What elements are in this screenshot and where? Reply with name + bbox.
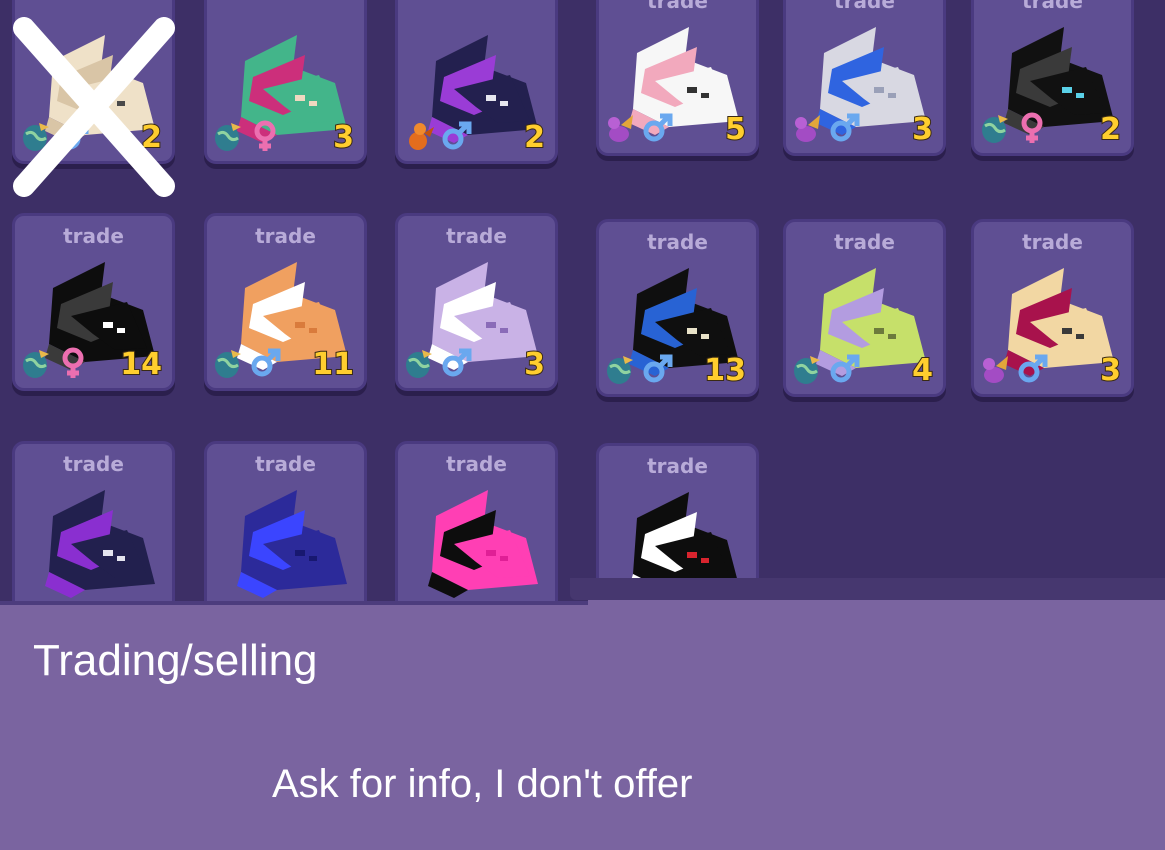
male-icon [643,113,673,142]
globe-egg-icon [23,350,49,378]
purple-dragon-icon [608,115,633,142]
cross-out-icon [13,17,175,197]
male-icon [251,348,281,377]
level-number: 5 [724,111,747,148]
dragon-card[interactable]: trade 2 [971,0,1134,156]
dragon-card[interactable]: 2 [395,0,558,164]
purple-dragon-icon [795,115,820,142]
trade-label: trade [63,452,124,476]
male-icon [442,348,472,377]
level-number: 2 [523,119,546,156]
dragon-card[interactable]: 3 [204,0,367,164]
female-icon [62,347,84,378]
globe-egg-icon [406,350,432,378]
dragon-art [45,490,155,598]
level-number: 3 [1099,352,1122,389]
trade-label: trade [446,224,507,248]
level-number: 3 [332,119,355,156]
inventory-panel-left: 2 3 2 trade 14 trade 11 trade 3 trade trade trade [0,0,588,605]
level-number: 11 [311,346,355,383]
trade-label: trade [63,224,124,248]
female-icon [1021,112,1043,143]
dragon-card[interactable]: trade 4 [783,219,946,397]
orange-dragon-icon [409,123,434,150]
globe-egg-icon [607,356,633,384]
level-number: 14 [119,346,163,383]
trade-label: trade [1022,230,1083,254]
dragon-card[interactable]: trade [204,441,367,601]
male-icon [830,354,860,383]
trade-label: trade [647,454,708,478]
dragon-card[interactable]: trade 11 [204,213,367,391]
dragon-card[interactable]: trade 3 [971,219,1134,397]
globe-egg-icon [794,356,820,384]
trade-label: trade [647,0,708,13]
dragon-card[interactable]: trade [395,441,558,601]
level-number: 3 [523,346,546,383]
level-number: 3 [911,111,934,148]
dragon-card[interactable]: trade [12,441,175,601]
male-icon [442,121,472,150]
female-icon [254,120,276,151]
trade-label: trade [446,452,507,476]
trade-label: trade [834,0,895,13]
trade-label: trade [255,452,316,476]
trade-label: trade [647,230,708,254]
level-number: 13 [703,352,747,389]
dragon-card[interactable]: trade [596,443,759,600]
inventory-panel-right: trade 5 trade 3 trade 2 trade 13 trade 4 trade 3 tra… [570,0,1165,600]
dragon-card[interactable]: trade 3 [783,0,946,156]
trade-label: trade [1022,0,1083,13]
level-number: 2 [1099,111,1122,148]
dragon-card[interactable]: trade 14 [12,213,175,391]
male-icon [1018,354,1048,383]
trade-label: trade [255,224,316,248]
post-title: Trading/selling [33,636,318,685]
level-number: 4 [911,352,934,389]
globe-egg-icon [982,115,1008,143]
trade-label: trade [834,230,895,254]
post-subtitle: Ask for info, I don't offer [272,762,693,806]
male-icon [643,354,673,383]
dragon-card[interactable]: trade 5 [596,0,759,156]
male-icon [830,113,860,142]
dragon-card[interactable]: trade 3 [395,213,558,391]
purple-dragon-icon [983,356,1008,383]
globe-egg-icon [215,350,241,378]
globe-egg-icon [215,123,241,151]
dragon-art [629,492,739,600]
dragon-card[interactable]: trade 13 [596,219,759,397]
dragon-art [237,490,347,598]
dragon-art [428,490,538,598]
